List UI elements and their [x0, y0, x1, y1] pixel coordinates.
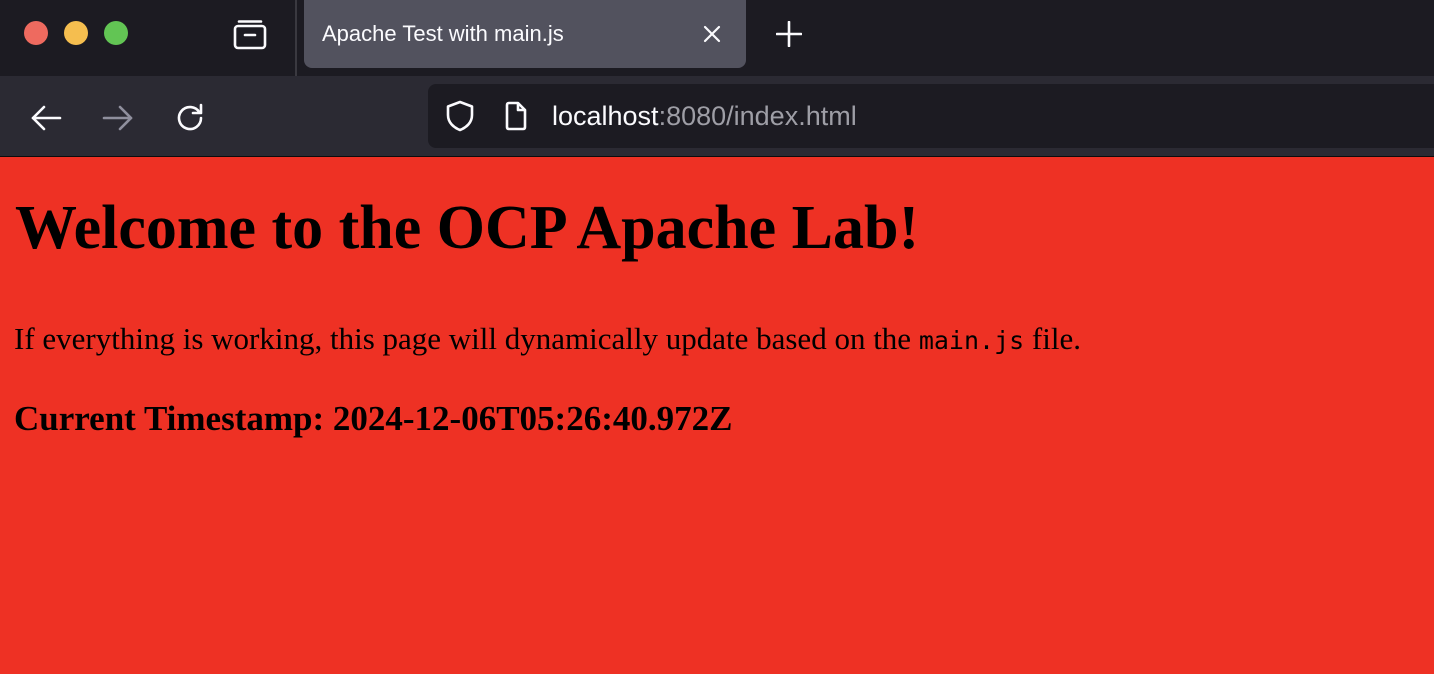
new-tab-button[interactable] [768, 14, 810, 54]
address-bar[interactable]: localhost:8080/index.html [428, 84, 1434, 148]
url-field[interactable]: localhost:8080/index.html [552, 101, 857, 132]
title-bar: Apache Test with main.js [0, 0, 1434, 76]
timestamp-value: 2024-12-06T05:26:40.972Z [332, 399, 733, 438]
window-close-button[interactable] [24, 21, 48, 45]
tab-divider [295, 0, 297, 76]
arrow-left-icon [31, 105, 62, 131]
tab-active[interactable]: Apache Test with main.js [304, 0, 746, 68]
page-content: Welcome to the OCP Apache Lab! If everyt… [0, 157, 1434, 674]
page-icon [505, 101, 527, 131]
url-host: localhost [552, 101, 659, 131]
intro-text-before: If everything is working, this page will… [14, 321, 919, 356]
site-info-button[interactable] [500, 100, 532, 132]
page-heading: Welcome to the OCP Apache Lab! [15, 194, 920, 262]
intro-paragraph: If everything is working, this page will… [14, 320, 1081, 357]
arrow-right-icon [102, 105, 133, 131]
shield-icon [446, 100, 474, 132]
close-icon [703, 25, 721, 43]
forward-button[interactable] [96, 96, 140, 140]
tab-list-button[interactable] [226, 14, 274, 54]
navigation-toolbar: localhost:8080/index.html [0, 76, 1434, 156]
plus-icon [776, 21, 802, 47]
timestamp-heading: Current Timestamp: 2024-12-06T05:26:40.9… [14, 398, 732, 440]
reload-button[interactable] [168, 96, 212, 140]
reload-icon [177, 103, 203, 131]
tab-close-button[interactable] [696, 18, 728, 50]
intro-code: main.js [918, 326, 1025, 355]
window-minimize-button[interactable] [64, 21, 88, 45]
tab-list-icon [233, 20, 267, 50]
window-maximize-button[interactable] [104, 21, 128, 45]
url-path: :8080/index.html [658, 101, 857, 131]
timestamp-label: Current Timestamp: [14, 399, 333, 438]
tab-title: Apache Test with main.js [322, 21, 564, 46]
intro-text-after: file. [1024, 321, 1081, 356]
tracking-protection-button[interactable] [444, 100, 476, 132]
back-button[interactable] [24, 96, 68, 140]
